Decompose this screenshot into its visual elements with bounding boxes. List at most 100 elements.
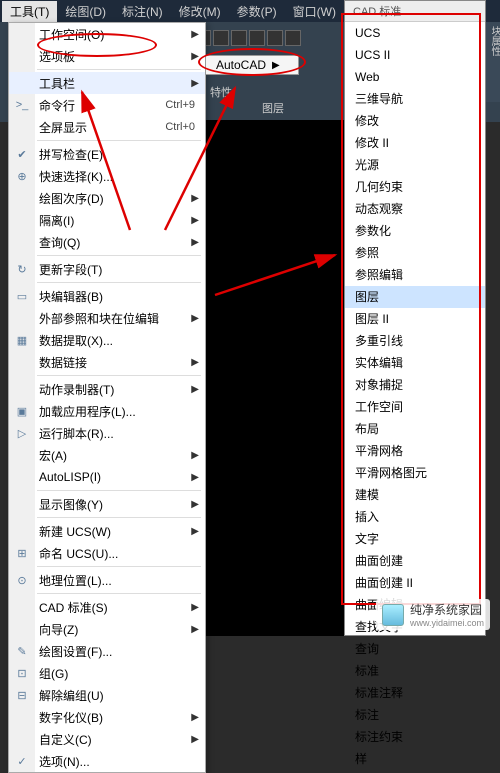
menu-item[interactable]: 外部参照和块在位编辑▶ [9, 307, 205, 329]
menubar-item[interactable]: 窗口(W) [285, 1, 344, 22]
toolbar-list-item[interactable]: 建模 [345, 484, 485, 506]
menu-item[interactable]: ✓ 选项(N)... [9, 750, 205, 772]
menu-item[interactable]: 数字化仪(B)▶ [9, 706, 205, 728]
toolbar-list-item[interactable]: 插入 [345, 506, 485, 528]
menu-item[interactable]: AutoLISP(I)▶ [9, 466, 205, 488]
menu-item[interactable]: >_命令行Ctrl+9 [9, 94, 205, 116]
menu-item[interactable]: ✎绘图设置(F)... [9, 640, 205, 662]
menu-item-label: 选项板 [39, 48, 205, 65]
toolbar-list-item[interactable]: 光源 [345, 154, 485, 176]
menubar-item[interactable]: 修改(M) [171, 1, 229, 22]
chevron-right-icon: ▶ [191, 357, 199, 368]
chevron-right-icon: ▶ [191, 472, 199, 483]
toolbar-list-item[interactable]: 平滑网格图元 [345, 462, 485, 484]
toolbar-list-item[interactable]: 图层 II [345, 308, 485, 330]
menu-separator [37, 490, 201, 491]
menu-item[interactable]: CAD 标准(S)▶ [9, 596, 205, 618]
toolbar-list-item[interactable]: 工作空间 [345, 396, 485, 418]
submenu-label: AutoCAD [216, 58, 266, 72]
toolbar-list-item[interactable]: 图层 [345, 286, 485, 308]
menu-item[interactable]: ⊕快速选择(K)... [9, 165, 205, 187]
menu-item[interactable]: ⊙地理位置(L)... [9, 569, 205, 591]
toolbar-list-item[interactable]: 标准注释 [345, 682, 485, 704]
menu-item[interactable]: ✔拼写检查(E) [9, 143, 205, 165]
drawing-canvas[interactable] [206, 120, 344, 636]
toolbar-list-item[interactable]: 参照 [345, 242, 485, 264]
toolbar-list-item[interactable]: 查询 [345, 638, 485, 660]
toolbar-list-item[interactable]: 修改 II [345, 132, 485, 154]
toolbar-list-item[interactable]: UCS II [345, 44, 485, 66]
toolbar-list-item[interactable]: 曲面创建 [345, 550, 485, 572]
menu-item[interactable]: ⊟解除编组(U) [9, 684, 205, 706]
toolbar-list-item[interactable]: 平滑网格 [345, 440, 485, 462]
toolbar-list-item[interactable]: 布局 [345, 418, 485, 440]
menu-item[interactable]: ▦数据提取(X)... [9, 329, 205, 351]
menubar-item[interactable]: 工具(T) [2, 1, 57, 22]
toolbar-list-item[interactable]: 标准 [345, 660, 485, 682]
menu-item-label: 更新字段(T) [39, 261, 205, 278]
toolbar-list-item[interactable]: UCS [345, 22, 485, 44]
menu-item[interactable]: 隔离(I)▶ [9, 209, 205, 231]
submenu-autocad[interactable]: AutoCAD ▶ [205, 55, 299, 75]
menu-item[interactable]: 全屏显示Ctrl+0 [9, 116, 205, 138]
menu-item-label: 加载应用程序(L)... [39, 403, 205, 420]
menubar-item[interactable]: 绘图(D) [57, 1, 114, 22]
menu-item-icon: ⊡ [14, 665, 30, 681]
chevron-right-icon: ▶ [191, 624, 199, 635]
toolbar-list-item[interactable]: 文字 [345, 528, 485, 550]
chevron-right-icon: ▶ [191, 450, 199, 461]
menubar-item[interactable]: 标注(N) [114, 1, 171, 22]
toolbar-list-item[interactable]: 几何约束 [345, 176, 485, 198]
menu-item[interactable]: 数据链接▶ [9, 351, 205, 373]
menu-item[interactable]: 绘图次序(D)▶ [9, 187, 205, 209]
menu-item-label: 选项(N)... [39, 753, 205, 770]
menu-item-label: 解除编组(U) [39, 687, 205, 704]
panel-label-props: 特性 [210, 84, 232, 100]
menu-separator [37, 593, 201, 594]
toolbar-list-item[interactable]: 曲面创建 II [345, 572, 485, 594]
toolbar-list-item[interactable]: 标注约束 [345, 726, 485, 748]
menu-item[interactable]: 新建 UCS(W)▶ [9, 520, 205, 542]
chevron-right-icon: ▶ [191, 734, 199, 745]
panel-label-layers: 图层 [262, 100, 284, 116]
menu-item[interactable]: ⊡组(G) [9, 662, 205, 684]
toolbar-list-item[interactable]: 参数化 [345, 220, 485, 242]
toolbar-list-item[interactable]: Web [345, 66, 485, 88]
menu-item[interactable]: 查询(Q)▶ [9, 231, 205, 253]
menu-item[interactable]: ▭块编辑器(B) [9, 285, 205, 307]
menu-item[interactable]: 自定义(C)▶ [9, 728, 205, 750]
menu-item[interactable]: 宏(A)▶ [9, 444, 205, 466]
menu-item-icon: ✓ [14, 753, 30, 769]
menu-item-label: AutoLISP(I) [39, 470, 205, 484]
side-panel: 块属性 [486, 22, 500, 102]
menu-item[interactable]: ▷运行脚本(R)... [9, 422, 205, 444]
toolbar-list-item[interactable]: 多重引线 [345, 330, 485, 352]
menu-separator [37, 282, 201, 283]
menu-item[interactable]: 向导(Z)▶ [9, 618, 205, 640]
toolbar-list-item[interactable]: 实体编辑 [345, 352, 485, 374]
menu-item-label: 动作录制器(T) [39, 381, 205, 398]
toolbar-list-item[interactable]: 样 [345, 748, 485, 770]
toolbar-list-item[interactable]: 标注 [345, 704, 485, 726]
menu-item-label: 外部参照和块在位编辑 [39, 310, 205, 327]
chevron-right-icon: ▶ [191, 29, 199, 40]
menu-item[interactable]: ▣加载应用程序(L)... [9, 400, 205, 422]
menu-header: CAD 标准 [345, 1, 485, 22]
menu-item[interactable]: ↻更新字段(T) [9, 258, 205, 280]
menu-item-label: 拼写检查(E) [39, 146, 205, 163]
menu-item-label: 绘图设置(F)... [39, 643, 205, 660]
menu-item[interactable]: 工具栏▶ [9, 72, 205, 94]
menu-item[interactable]: 工作空间(O)▶ [9, 23, 205, 45]
menu-item[interactable]: 动作录制器(T)▶ [9, 378, 205, 400]
ribbon-box [231, 30, 247, 46]
menubar-item[interactable]: 参数(P) [229, 1, 285, 22]
toolbar-list-item[interactable]: 三维导航 [345, 88, 485, 110]
toolbar-list-item[interactable]: 对象捕捉 [345, 374, 485, 396]
toolbar-list-item[interactable]: 修改 [345, 110, 485, 132]
menu-item[interactable]: ⊞命名 UCS(U)... [9, 542, 205, 564]
toolbar-list-item[interactable]: 动态观察 [345, 198, 485, 220]
menu-item[interactable]: 选项板▶ [9, 45, 205, 67]
menu-item[interactable]: 显示图像(Y)▶ [9, 493, 205, 515]
toolbar-list-item[interactable]: 参照编辑 [345, 264, 485, 286]
menu-item-label: 数字化仪(B) [39, 709, 205, 726]
